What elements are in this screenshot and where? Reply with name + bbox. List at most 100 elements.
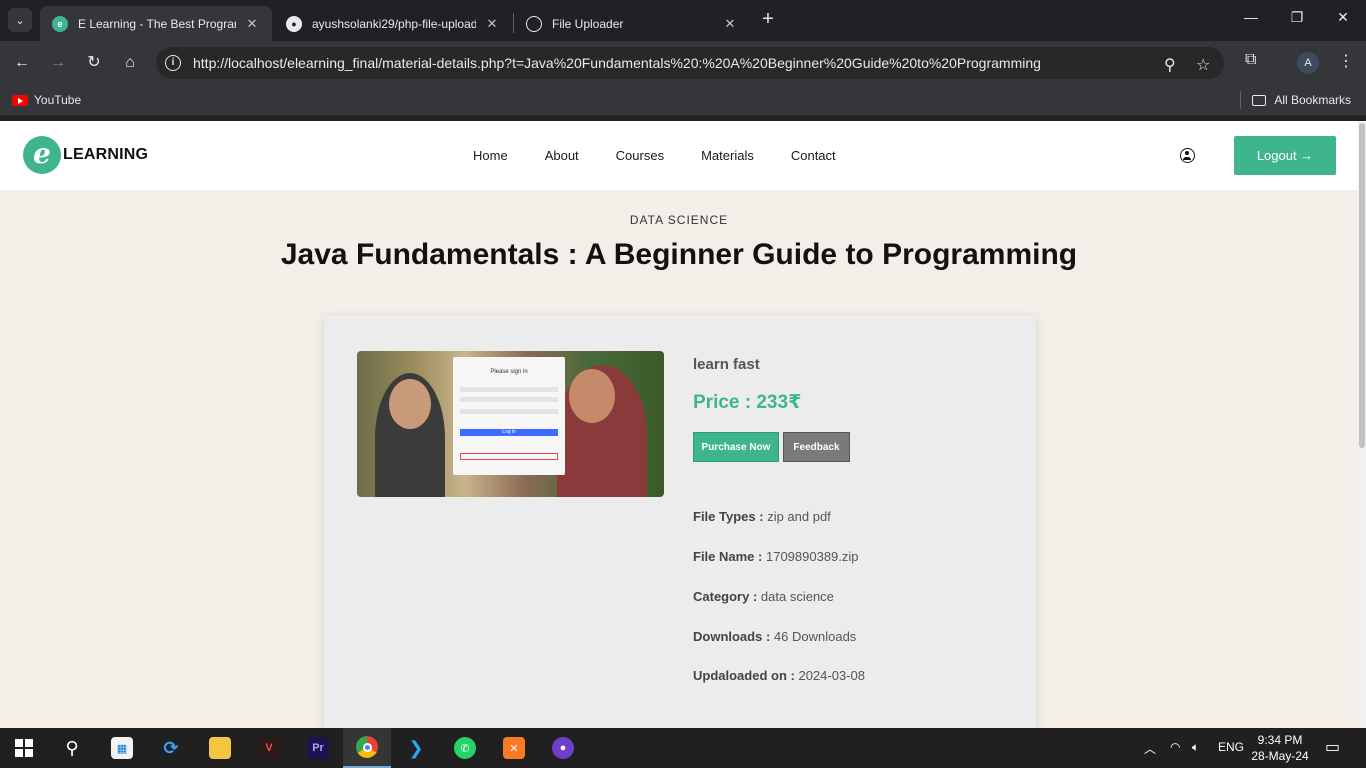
tab-title: E Learning - The Best Program t (78, 16, 236, 31)
globe-icon (526, 15, 542, 32)
material-thumbnail: Please sign in Log in (357, 351, 664, 497)
search-taskbar-button[interactable]: ⚲ (48, 728, 96, 768)
page-title: Java Fundamentals : A Beginner Guide to … (280, 238, 1078, 271)
elearning-favicon-icon: e (52, 15, 68, 32)
whatsapp-icon: ✆ (454, 737, 476, 759)
vscode-icon: ❯ (408, 737, 424, 758)
home-icon[interactable]: ⌂ (118, 51, 142, 75)
material-description: learn fast (693, 356, 760, 373)
start-button[interactable] (0, 728, 48, 768)
sync-icon: ⟳ (163, 737, 179, 758)
material-card: Please sign in Log in learn fast Price :… (324, 316, 1036, 728)
tab-search-button[interactable]: ⌄ (8, 8, 32, 32)
back-icon[interactable]: ← (10, 51, 34, 75)
taskbar-file-explorer[interactable] (196, 728, 244, 768)
search-icon: ⚲ (65, 737, 79, 758)
windows-taskbar: ⚲ ▦ ⟳ V Pr ❯ ✆ ✕ ● ︿ ◠ 🔈︎ ENG 9:34 PM 28… (0, 728, 1366, 768)
close-window-icon[interactable]: ✕ (1320, 9, 1366, 31)
login-form-screenshot: Please sign in Log in (453, 357, 565, 475)
material-price: Price : 233₹ (693, 392, 802, 413)
wifi-icon[interactable]: ◠ (1170, 740, 1180, 754)
tab-title: File Uploader (552, 16, 624, 31)
xampp-icon: ✕ (503, 737, 525, 759)
chevron-up-icon[interactable]: ︿ (1144, 740, 1156, 757)
logo-text: LEARNING (63, 146, 149, 163)
taskbar-premiere[interactable]: Pr (294, 728, 342, 768)
notification-icon[interactable]: ▭ (1325, 737, 1340, 757)
close-tab-icon[interactable]: ✕ (244, 16, 260, 32)
main-nav: Home About Courses Materials Contact (473, 148, 836, 163)
nav-materials[interactable]: Materials (701, 148, 754, 163)
bookmark-label: YouTube (34, 93, 82, 107)
folder-icon (209, 737, 231, 759)
minimize-icon[interactable]: — (1228, 9, 1274, 31)
taskbar-vscode[interactable]: ❯ (392, 728, 440, 768)
store-icon: ▦ (111, 737, 133, 759)
taskbar-sync[interactable]: ⟳ (147, 728, 195, 768)
chrome-icon (356, 736, 378, 758)
detail-file-name: File Name : 1709890389.zip (693, 549, 859, 564)
github-desktop-icon: ● (552, 737, 574, 759)
new-tab-button[interactable]: + (758, 9, 778, 30)
nav-about[interactable]: About (545, 148, 579, 163)
category-label: DATA SCIENCE (629, 213, 729, 227)
clock-date: 28-May-24 (1251, 749, 1309, 763)
profile-avatar[interactable]: A (1297, 52, 1319, 74)
taskbar-whatsapp[interactable]: ✆ (441, 728, 489, 768)
forward-icon[interactable]: → (46, 51, 70, 75)
nav-contact[interactable]: Contact (791, 148, 836, 163)
valorant-icon: V (258, 737, 280, 759)
volume-icon[interactable]: 🔈︎ (1192, 740, 1199, 755)
close-tab-icon[interactable]: ✕ (484, 16, 500, 32)
youtube-icon (12, 94, 28, 106)
bookmark-youtube[interactable]: YouTube (12, 93, 81, 107)
clock-time: 9:34 PM (1257, 733, 1303, 747)
windows-logo-icon (15, 739, 33, 757)
scrollbar-thumb[interactable] (1359, 123, 1365, 448)
bookmark-label: All Bookmarks (1274, 93, 1351, 107)
feedback-button[interactable]: Feedback (783, 432, 850, 462)
page-scrollbar[interactable] (1358, 121, 1366, 728)
logout-button[interactable]: Logout → (1234, 136, 1336, 175)
clock[interactable]: 9:34 PM 28-May-24 (1248, 732, 1312, 764)
taskbar-github-desktop[interactable]: ● (539, 728, 587, 768)
user-account-icon[interactable] (1180, 148, 1195, 163)
site-header: e LEARNING Home About Courses Materials … (0, 121, 1358, 190)
nav-home[interactable]: Home (473, 148, 508, 163)
premiere-icon: Pr (307, 737, 329, 759)
nav-courses[interactable]: Courses (616, 148, 664, 163)
taskbar-store[interactable]: ▦ (98, 728, 146, 768)
extensions-icon[interactable]: ⧉ (1245, 51, 1256, 69)
language-indicator[interactable]: ENG (1218, 740, 1244, 754)
tab-file-uploader[interactable]: File Uploader ✕ (514, 6, 750, 41)
menu-kebab-icon[interactable]: ⋮ (1338, 51, 1354, 71)
bookmarks-bar: YouTube All Bookmarks (0, 85, 1366, 115)
folder-icon (1252, 94, 1267, 106)
reload-icon[interactable]: ↻ (82, 51, 106, 75)
github-favicon-icon: ● (286, 15, 302, 32)
bookmark-star-icon[interactable]: ☆ (1196, 55, 1210, 75)
tab-github[interactable]: ● ayushsolanki29/php-file-upload ✕ (274, 6, 512, 41)
url-text[interactable]: http://localhost/elearning_final/materia… (193, 55, 1041, 71)
site-logo[interactable]: e LEARNING (23, 136, 148, 174)
taskbar-valorant[interactable]: V (245, 728, 293, 768)
tab-elearning[interactable]: e E Learning - The Best Program t ✕ (40, 6, 272, 41)
detail-downloads: Downloads : 46 Downloads (693, 629, 857, 644)
taskbar-chrome[interactable] (343, 728, 391, 768)
bookmarks-divider (1240, 91, 1241, 109)
close-tab-icon[interactable]: ✕ (722, 16, 738, 32)
purchase-now-button[interactable]: Purchase Now (693, 432, 779, 462)
taskbar-xampp[interactable]: ✕ (490, 728, 538, 768)
logo-mark-icon: e (23, 136, 61, 174)
all-bookmarks-button[interactable]: All Bookmarks (1252, 93, 1351, 107)
web-page: e LEARNING Home About Courses Materials … (0, 121, 1358, 728)
detail-file-types: File Types : zip and pdf (693, 509, 831, 524)
restore-icon[interactable]: ❐ (1274, 9, 1320, 31)
detail-uploaded-on: Updaloaded on : 2024-03-08 (693, 668, 865, 683)
address-bar[interactable]: i http://localhost/elearning_final/mater… (156, 47, 1224, 79)
tab-title: ayushsolanki29/php-file-upload (312, 16, 476, 31)
browser-toolbar: ← → ↻ ⌂ i http://localhost/elearning_fin… (0, 41, 1366, 85)
browser-tabstrip: ⌄ e E Learning - The Best Program t ✕ ● … (0, 0, 1366, 41)
site-info-icon[interactable]: i (165, 55, 181, 71)
zoom-search-icon[interactable]: ⚲ (1164, 55, 1176, 75)
